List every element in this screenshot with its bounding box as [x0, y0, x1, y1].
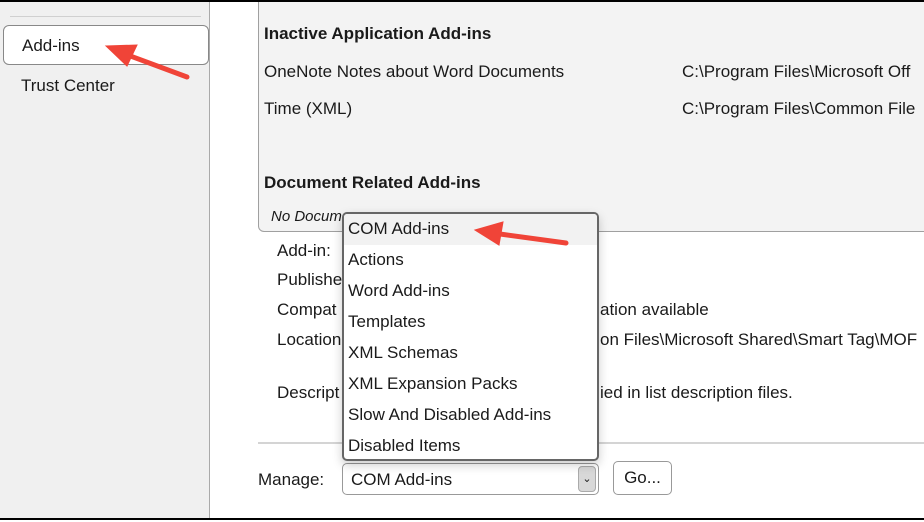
compat-label: Compat	[277, 300, 337, 319]
sidebar: Add-ins Trust Center	[0, 2, 210, 518]
option-actions[interactable]: Actions	[344, 245, 597, 276]
document-header: Document Related Add-ins	[264, 173, 481, 192]
description-label: Descript	[277, 383, 340, 402]
manage-select[interactable]: COM Add-ins ⌄	[342, 463, 599, 495]
addin-location[interactable]: C:\Program Files\Common File	[682, 99, 915, 119]
option-disabled-items[interactable]: Disabled Items	[344, 431, 597, 459]
addin-name[interactable]: Time (XML)	[264, 99, 352, 119]
inactive-header: Inactive Application Add-ins	[264, 24, 492, 43]
option-word-add-ins[interactable]: Word Add-ins	[344, 276, 597, 307]
description-value: ied in list description files.	[600, 383, 793, 402]
publisher-label: Publishe	[277, 270, 343, 289]
addin-name[interactable]: OneNote Notes about Word Documents	[264, 62, 564, 82]
sidebar-item-add-ins[interactable]: Add-ins	[3, 25, 209, 65]
manage-selected-value: COM Add-ins	[351, 470, 453, 489]
chevron-down-icon[interactable]: ⌄	[578, 466, 596, 492]
addin-location[interactable]: C:\Program Files\Microsoft Off	[682, 62, 910, 82]
option-slow-disabled[interactable]: Slow And Disabled Add-ins	[344, 400, 597, 431]
option-templates[interactable]: Templates	[344, 307, 597, 338]
location-value: on Files\Microsoft Shared\Smart Tag\MOF	[600, 330, 918, 349]
option-xml-expansion-packs[interactable]: XML Expansion Packs	[344, 369, 597, 400]
manage-label: Manage:	[258, 470, 325, 489]
location-label: Location	[277, 330, 342, 349]
no-document-addins: No Docum	[271, 208, 342, 225]
addin-label: Add-in:	[277, 241, 331, 260]
go-button[interactable]: Go...	[613, 461, 672, 495]
option-xml-schemas[interactable]: XML Schemas	[344, 338, 597, 369]
divider	[10, 16, 201, 17]
sidebar-item-trust-center[interactable]: Trust Center	[3, 66, 209, 106]
option-com-add-ins[interactable]: COM Add-ins	[344, 214, 597, 245]
manage-dropdown[interactable]: COM Add-ins Actions Word Add-ins Templat…	[342, 212, 599, 461]
add-ins-list[interactable]: Inactive Application Add-ins OneNote Not…	[258, 2, 924, 232]
compat-value: ation available	[600, 300, 709, 319]
